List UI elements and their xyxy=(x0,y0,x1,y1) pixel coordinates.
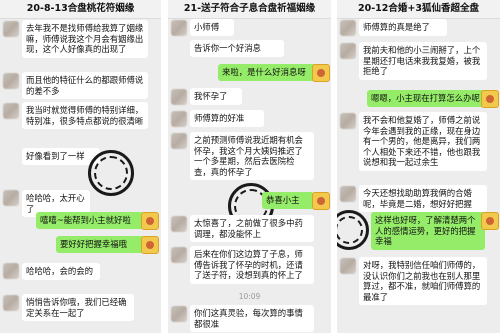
chat-title: 21-送子符合子息合盘祈福姻缘 xyxy=(168,0,331,19)
contact-avatar[interactable] xyxy=(3,295,19,311)
message-bubble: 而且他的特征什么的都跟师傅说的差不多 xyxy=(22,72,148,99)
chat-panel-1: 20-8-13合盘桃花符姻缘 去年我不是找师傅给我算了姻缘嘛，师傅说我这个月会有… xyxy=(0,0,161,333)
user-avatar[interactable] xyxy=(141,212,159,230)
message-bubble-self: 这样也好呀，了解清楚两个人的感情运势，更好的把握幸福 xyxy=(371,212,485,250)
message-bubble: 哈哈哈，会的会的 xyxy=(22,263,100,280)
user-avatar[interactable] xyxy=(141,236,159,254)
message-bubble: 告诉你一个好消息 xyxy=(190,40,284,57)
message-bubble: 师傅算的好准 xyxy=(190,110,264,127)
contact-avatar[interactable] xyxy=(3,73,19,89)
message-bubble: 之前预测师傅说我近期有机会怀孕，我这个月大姨妈推迟了一个多星期，然后去医院检查，… xyxy=(190,132,314,180)
message-bubble-self: 来啦，是什么好消息呀 xyxy=(218,64,316,81)
chat-panel-3: 20-12合婚+3狐仙香超全盘 师傅算的真是绝了 我前夫和他的小三闹掰了，上个星… xyxy=(337,0,500,333)
message-bubble: 悄悄告诉你哦，我们已经确定关系在一起了 xyxy=(22,294,134,321)
contact-avatar[interactable] xyxy=(340,43,356,59)
chat-title: 20-8-13合盘桃花符姻缘 xyxy=(0,0,161,19)
contact-avatar[interactable] xyxy=(171,306,187,322)
contact-avatar[interactable] xyxy=(171,89,187,105)
user-avatar[interactable] xyxy=(312,192,330,210)
message-bubble-self: 恭喜小主 xyxy=(262,192,314,209)
message-bubble: 今天还想找助助算我俩的合婚呢，毕竟是二婚，想好好把握 xyxy=(359,185,487,212)
contact-avatar[interactable] xyxy=(171,247,187,263)
contact-avatar[interactable] xyxy=(340,20,356,36)
chat-title: 20-12合婚+3狐仙香超全盘 xyxy=(337,0,500,19)
contact-avatar[interactable] xyxy=(3,263,19,279)
contact-avatar[interactable] xyxy=(340,258,356,274)
message-bubble: 我前夫和他的小三闹掰了，上个星期还打电话来我我复婚，被我拒绝了 xyxy=(359,42,487,80)
bagua-sticker-icon xyxy=(88,150,134,196)
message-bubble-self: 嗯嗯，小主现在打算怎么办呢 xyxy=(367,90,485,107)
message-bubble: 后来在你们这边算了子息，师傅告诉我了怀孕的时机，还请了送子符，没想到真的怀上了 xyxy=(190,246,314,284)
user-avatar[interactable] xyxy=(481,90,499,108)
message-bubble: 对呀，我特别信任咱们师傅的，没认识你们之前我也在别人那里算过，都不准，就咱们师傅… xyxy=(359,257,487,305)
contact-avatar[interactable] xyxy=(3,21,19,37)
user-avatar[interactable] xyxy=(481,212,499,230)
message-bubble: 好像看到了一样 xyxy=(22,148,100,165)
divider xyxy=(161,0,168,333)
bagua-sticker-icon xyxy=(337,210,369,250)
message-bubble-self: 嘻嘻~能帮到小主就好啦 xyxy=(36,212,144,229)
contact-avatar[interactable] xyxy=(340,113,356,129)
message-bubble: 你们这真灵验，每次算的事情都很准 xyxy=(190,305,314,332)
contact-avatar[interactable] xyxy=(171,133,187,149)
message-bubble: 小师傅 xyxy=(190,19,234,36)
timestamp: 10:09 xyxy=(238,292,261,301)
screenshot-collage: 20-8-13合盘桃花符姻缘 去年我不是找师傅给我算了姻缘嘛，师傅说我这个月会有… xyxy=(0,0,500,333)
contact-avatar[interactable] xyxy=(3,190,19,206)
message-bubble: 我怀孕了 xyxy=(190,88,242,105)
contact-avatar[interactable] xyxy=(340,186,356,202)
message-bubble: 去年我不是找师傅给我算了姻缘嘛，师傅说我这个月会有姻缘出现，这个人好像真的出现了 xyxy=(22,20,148,58)
contact-avatar[interactable] xyxy=(171,111,187,127)
message-bubble: 师傅算的真是绝了 xyxy=(359,19,447,36)
message-bubble: 我不会和他复婚了，师傅之前说今年会遇到我的正缘，现在身边有一个男的，他是离异，我… xyxy=(359,112,487,171)
message-bubble: 太惊喜了，之前做了很多中药调理，都没能怀上 xyxy=(190,215,314,242)
user-avatar[interactable] xyxy=(312,64,330,82)
contact-avatar[interactable] xyxy=(171,216,187,232)
chat-panel-2: 21-送子符合子息合盘祈福姻缘 小师傅 告诉你一个好消息 来啦，是什么好消息呀 … xyxy=(168,0,331,333)
message-bubble: 我当时就觉得师傅的特别详细，特别准，很多特点都说的很清晰 xyxy=(22,102,148,129)
message-bubble-self: 要好好把握幸福哦 xyxy=(56,236,144,253)
contact-avatar[interactable] xyxy=(171,20,187,36)
contact-avatar[interactable] xyxy=(3,103,19,119)
